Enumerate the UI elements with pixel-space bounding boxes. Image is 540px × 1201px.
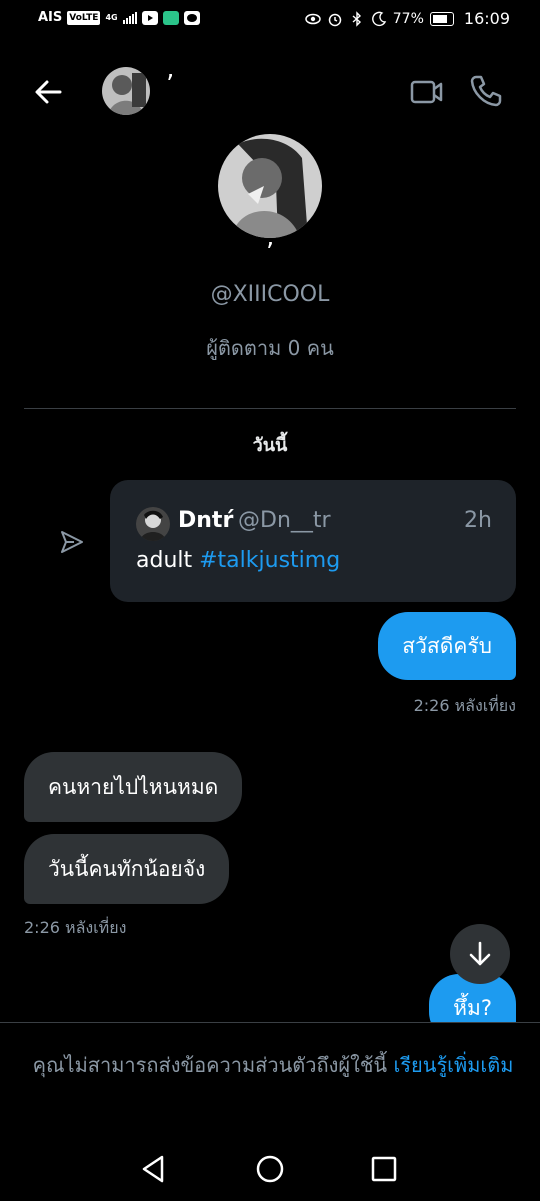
signal-icon [122,11,137,24]
video-call-button[interactable] [408,74,444,110]
header-avatar[interactable] [102,67,150,115]
nav-recents-icon [371,1156,397,1182]
day-label: วันนี้ [252,435,288,456]
line-icon [183,10,200,25]
nav-home-button[interactable] [250,1149,290,1189]
message-bubble-incoming[interactable]: วันนี้คนทักน้อยจัง [24,834,230,904]
divider [24,408,516,409]
battery-percent: 77% [392,10,424,27]
tweet-author-handle: @Dn__tr [238,508,331,533]
clock: 16:09 [463,9,510,28]
status-bar: AIS VoLTE 4G 77% 16:09 [0,0,540,36]
system-nav-bar [0,1141,540,1201]
tweet-avatar [136,507,170,541]
nav-recents-button[interactable] [364,1149,404,1189]
back-button[interactable] [30,74,66,110]
profile-followers: ผู้ติดตาม 0 คน [206,336,334,360]
bottom-panel: คุณไม่สามารถส่งข้อความส่วนตัวถึงผู้ใช้นี… [0,1022,540,1201]
video-call-icon [410,80,443,104]
bluetooth-icon [352,10,361,27]
scroll-to-bottom-button[interactable] [450,924,510,984]
tweet-text: adult #talkjustimg [136,548,341,573]
profile-handle: @XIIICOOL [210,282,330,307]
app-notification-icon [162,10,179,25]
profile-avatar[interactable] [218,134,322,238]
nav-back-icon [142,1155,164,1183]
nav-back-button[interactable] [134,1149,174,1189]
share-icon [61,531,83,553]
tweet-time: 2h [464,508,492,533]
profile-name: ’ [265,238,275,268]
nav-home-icon [256,1155,284,1183]
learn-more-link[interactable]: เรียนรู้เพิ่มเติม [393,1053,513,1077]
phone-call-button[interactable] [468,72,504,108]
message-timestamp: 2:26 หลังเที่ยง [24,918,127,937]
arrow-down-icon [469,941,491,966]
tweet-author-name: Dntŕ [178,508,234,533]
network-type: 4G [105,12,118,22]
dm-restricted-notice: คุณไม่สามารถส่งข้อความส่วนตัวถึงผู้ใช้นี… [32,1053,514,1077]
carrier-label: AIS [38,10,63,25]
share-button[interactable] [58,528,86,556]
youtube-icon [141,10,158,25]
back-arrow-icon [35,80,62,104]
header-name[interactable]: ’ [166,70,174,100]
volte-badge: VoLTE [67,10,101,25]
shared-tweet-card[interactable]: Dntŕ @Dn__tr 2h adult #talkjustimg [110,480,516,602]
tweet-hashtag[interactable]: #talkjustimg [199,548,340,573]
message-bubble-incoming[interactable]: คนหายไปไหนหมด [24,752,243,822]
moon-icon [371,11,386,26]
eye-icon [305,13,321,24]
alarm-icon [328,13,342,26]
message-bubble-outgoing[interactable]: สวัสดีครับ [378,612,516,680]
phone-icon [470,75,502,107]
message-timestamp: 2:26 หลังเที่ยง [413,696,516,715]
battery-icon [429,11,454,26]
